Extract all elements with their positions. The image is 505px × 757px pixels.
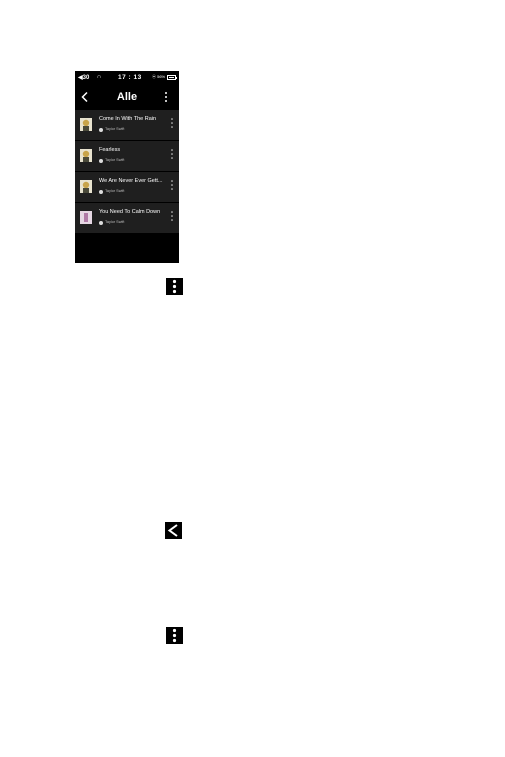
phone-screenshot: ◀30 ∩ 17 : 13 ⦿ 56% Alle Come In With Th…	[75, 71, 179, 263]
artist-icon	[99, 128, 103, 132]
top-bar: Alle	[75, 86, 179, 108]
song-list-item[interactable]: Fearless Taylor Swift	[75, 141, 179, 172]
artist-icon	[99, 190, 103, 194]
more-vertical-icon[interactable]	[171, 118, 173, 128]
album-art-icon	[80, 211, 92, 224]
album-art-icon	[80, 118, 92, 131]
more-vertical-icon[interactable]	[171, 180, 173, 190]
song-artist: Taylor Swift	[105, 220, 125, 224]
song-list-item[interactable]: You Need To Calm Down Taylor Swift	[75, 203, 179, 234]
song-artist: Taylor Swift	[105, 189, 125, 193]
song-title: Come In With The Rain	[99, 116, 157, 122]
song-list-item[interactable]: We Are Never Ever Gett... Taylor Swift	[75, 172, 179, 203]
volume-indicator: ◀30	[78, 75, 90, 81]
song-artist: Taylor Swift	[105, 127, 125, 131]
more-vertical-icon	[166, 278, 183, 295]
more-vertical-icon	[166, 627, 183, 644]
album-art-icon	[80, 180, 92, 193]
song-title: We Are Never Ever Gett...	[99, 178, 163, 184]
album-art-icon	[80, 149, 92, 162]
artist-icon	[99, 159, 103, 163]
more-vertical-icon[interactable]	[171, 211, 173, 221]
song-list-item[interactable]: Come In With The Rain Taylor Swift	[75, 110, 179, 141]
song-title: You Need To Calm Down	[99, 209, 161, 215]
headphone-icon: ∩	[97, 74, 102, 80]
battery-percent: ⦿ 56%	[152, 74, 166, 79]
more-vertical-icon[interactable]	[164, 91, 168, 103]
artist-icon	[99, 221, 103, 225]
more-vertical-icon[interactable]	[171, 149, 173, 159]
status-bar: ◀30 ∩ 17 : 13 ⦿ 56%	[75, 71, 179, 85]
song-title: Fearless	[99, 147, 121, 153]
battery-icon	[167, 75, 177, 80]
back-chevron-icon	[165, 522, 182, 539]
song-artist: Taylor Swift	[105, 158, 125, 162]
status-time: 17 : 13	[118, 74, 142, 81]
